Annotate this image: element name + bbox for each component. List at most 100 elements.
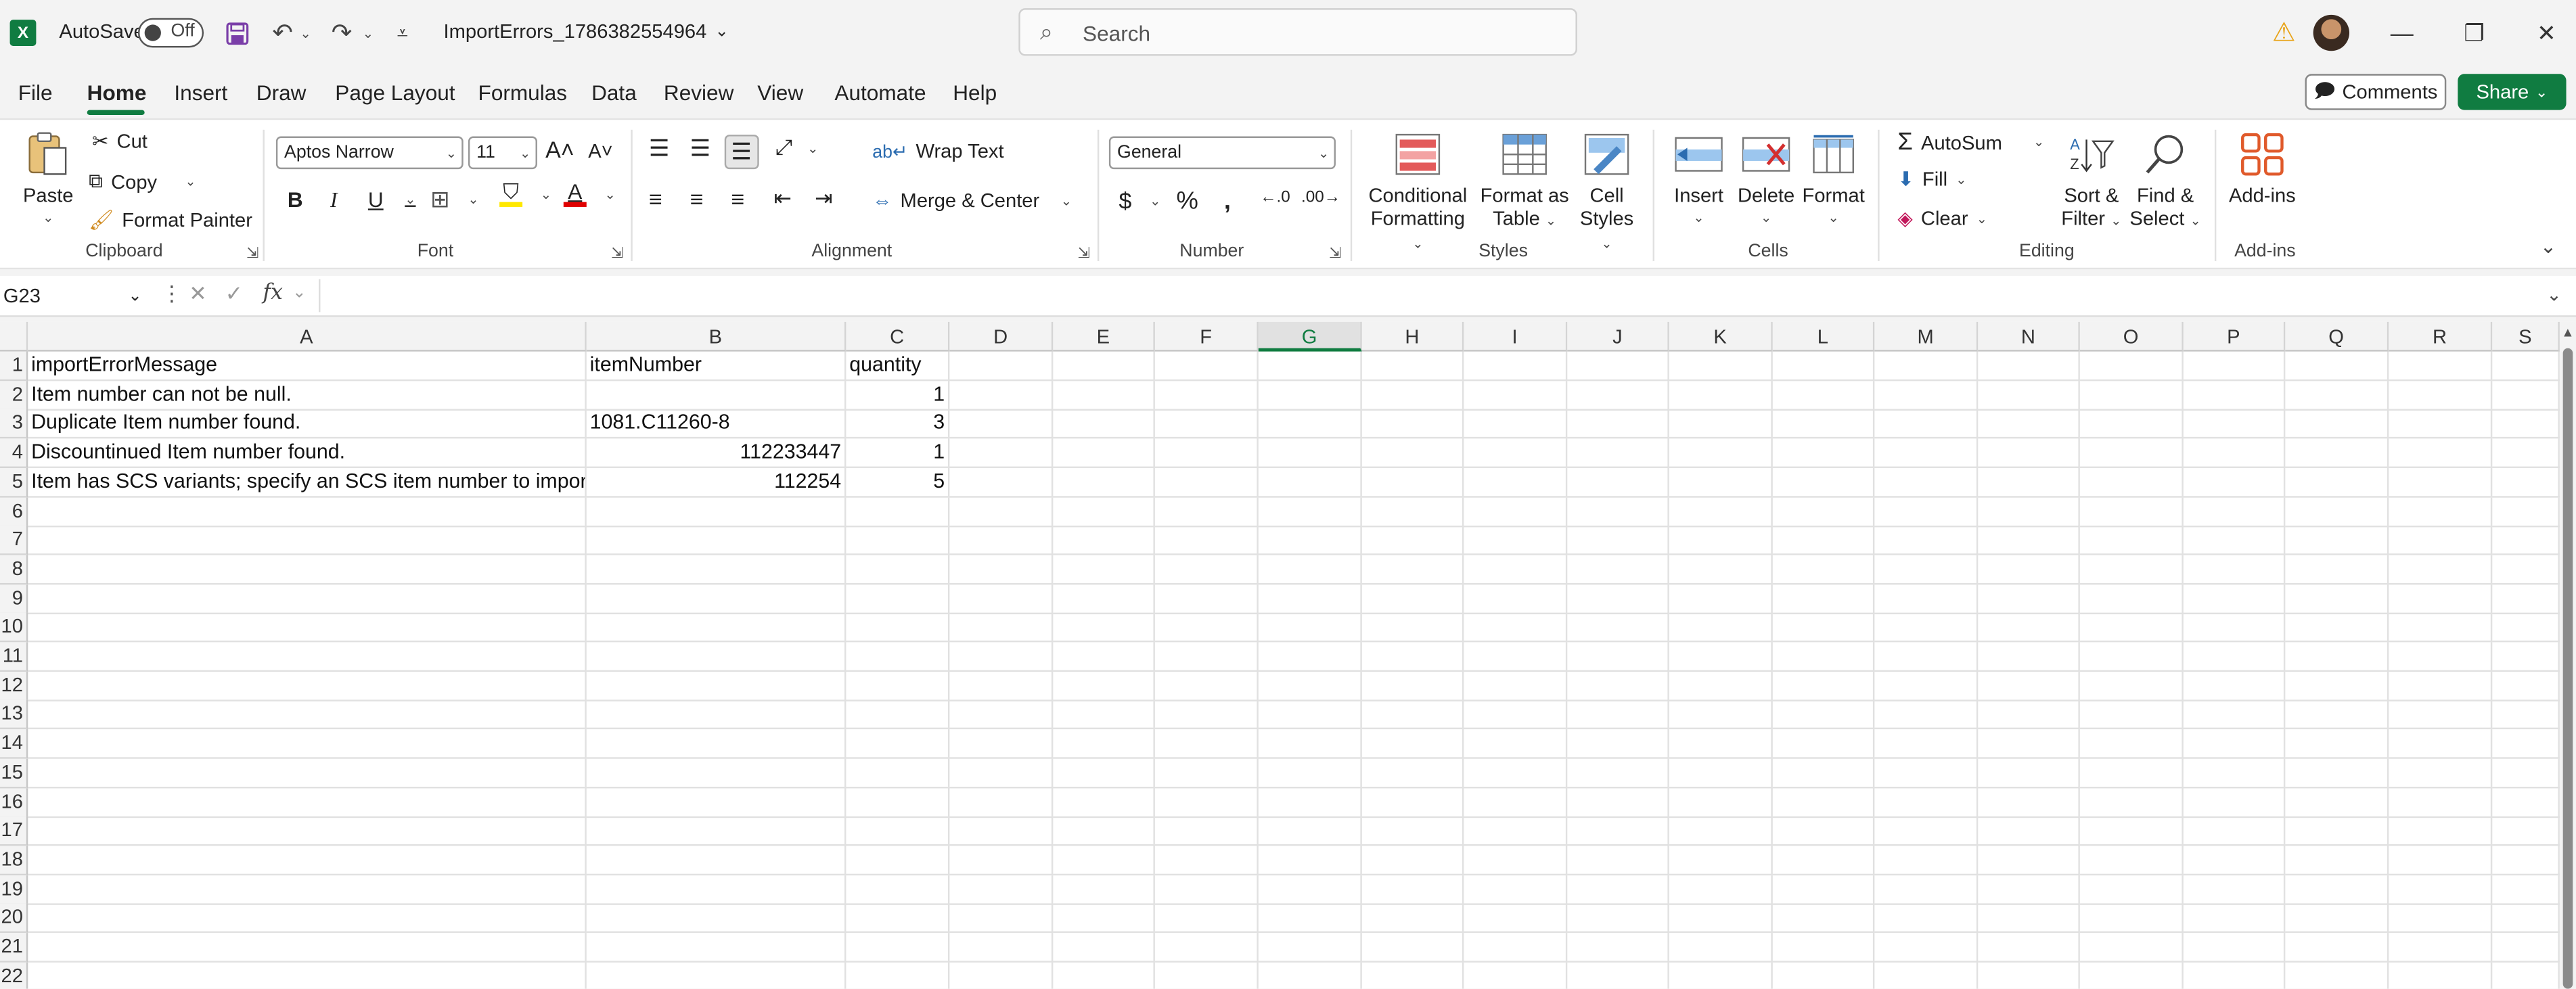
format-painter-button[interactable]: 🖌 Format Painter (89, 208, 252, 231)
cell-n21[interactable] (1978, 933, 2080, 963)
row-header-17[interactable]: 17 (0, 816, 28, 846)
cell-k14[interactable] (1669, 729, 1773, 759)
cell-g10[interactable] (1258, 613, 1362, 643)
increase-font-size-button[interactable]: A˄ (545, 137, 574, 163)
cell-b13[interactable] (586, 700, 846, 730)
cell-i16[interactable] (1464, 787, 1568, 817)
cell-j4[interactable] (1567, 438, 1669, 469)
row-header-2[interactable]: 2 (0, 380, 28, 411)
cell-b9[interactable] (586, 584, 846, 614)
cell-b11[interactable] (586, 642, 846, 672)
cell-o20[interactable] (2079, 904, 2184, 934)
cell-g12[interactable] (1258, 671, 1362, 701)
cell-r16[interactable] (2389, 787, 2493, 817)
name-box[interactable]: G23 ⌄ (0, 279, 151, 313)
cancel-icon[interactable]: ✕ (189, 281, 206, 307)
cell-l13[interactable] (1772, 700, 1875, 730)
cell-l12[interactable] (1772, 671, 1875, 701)
cell-o9[interactable] (2079, 584, 2184, 614)
cell-c19[interactable] (846, 875, 950, 904)
cell-n22[interactable] (1978, 962, 2080, 989)
cell-q6[interactable] (2285, 497, 2389, 527)
cell-p22[interactable] (2184, 962, 2286, 989)
cell-c22[interactable] (846, 962, 950, 989)
cell-q10[interactable] (2285, 613, 2389, 643)
dialog-launcher-icon[interactable]: ⇲ (246, 245, 258, 263)
cell-p1[interactable] (2183, 351, 2286, 382)
cell-q13[interactable] (2285, 700, 2389, 730)
cell-j12[interactable] (1567, 671, 1669, 701)
align-right-button[interactable]: ≡ (731, 185, 744, 212)
cell-p9[interactable] (2183, 584, 2286, 614)
cell-g5[interactable] (1258, 467, 1362, 498)
cell-g4[interactable] (1258, 438, 1362, 469)
worksheet-grid[interactable]: ▲ A B C D E F G H I J K L M N O P Q R S 1 importErrorMessage… (0, 321, 2576, 989)
cell-n17[interactable] (1978, 816, 2080, 846)
cell-j6[interactable] (1567, 497, 1669, 527)
tab-home[interactable]: Home (87, 80, 147, 105)
cell-e10[interactable] (1053, 613, 1155, 643)
cell-q21[interactable] (2285, 933, 2389, 963)
cell-d8[interactable] (949, 555, 1054, 585)
cell-i18[interactable] (1464, 846, 1568, 875)
cell-g9[interactable] (1258, 584, 1362, 614)
cell-d21[interactable] (949, 933, 1054, 963)
tab-file[interactable]: File (18, 80, 53, 105)
cell-a21[interactable] (28, 933, 587, 963)
cell-b7[interactable] (586, 526, 846, 556)
cell-m18[interactable] (1874, 846, 1979, 875)
cell-f4[interactable] (1154, 438, 1259, 469)
cell-c3[interactable]: 3 (846, 409, 950, 440)
restore-icon[interactable]: ❐ (2451, 13, 2498, 52)
row-header-1[interactable]: 1 (0, 351, 28, 382)
cell-c18[interactable] (846, 846, 950, 875)
column-header-a[interactable]: A (28, 321, 587, 352)
wrap-text-button[interactable]: ab↵ Wrap Text (872, 139, 1003, 162)
cell-i7[interactable] (1464, 526, 1568, 556)
cell-a22[interactable] (28, 962, 587, 989)
cell-q8[interactable] (2285, 555, 2389, 585)
cell-r2[interactable] (2389, 380, 2493, 411)
cell-c12[interactable] (846, 671, 950, 701)
cell-j15[interactable] (1567, 758, 1669, 788)
cell-r9[interactable] (2389, 584, 2493, 614)
cell-r10[interactable] (2389, 613, 2493, 643)
cell-g3[interactable] (1258, 409, 1362, 440)
cell-c9[interactable] (846, 584, 950, 614)
tab-page-layout[interactable]: Page Layout (335, 80, 455, 105)
cell-a8[interactable] (28, 555, 587, 585)
cell-q16[interactable] (2285, 787, 2389, 817)
cell-l5[interactable] (1772, 467, 1875, 498)
customize-toolbar-icon[interactable]: ⩡ (386, 16, 420, 49)
cell-k20[interactable] (1669, 904, 1773, 934)
cell-h1[interactable] (1361, 351, 1464, 382)
more-options-icon[interactable]: ⋮ (161, 281, 183, 307)
cell-a4[interactable]: Discountinued Item number found. (28, 438, 587, 469)
share-button[interactable]: Share ⌄ (2458, 74, 2567, 110)
cell-j16[interactable] (1567, 787, 1669, 817)
cell-q7[interactable] (2285, 526, 2389, 556)
cell-d9[interactable] (949, 584, 1054, 614)
cell-k10[interactable] (1669, 613, 1773, 643)
cell-q15[interactable] (2285, 758, 2389, 788)
cell-i20[interactable] (1464, 904, 1568, 934)
cell-d15[interactable] (949, 758, 1054, 788)
cell-a13[interactable] (28, 700, 587, 730)
cell-m21[interactable] (1874, 933, 1979, 963)
cell-g15[interactable] (1258, 758, 1362, 788)
autosave-toggle[interactable]: Off (137, 18, 204, 48)
cell-o14[interactable] (2079, 729, 2184, 759)
font-size-select[interactable]: 11 ⌄ (468, 136, 537, 170)
cell-o17[interactable] (2079, 816, 2184, 846)
dialog-launcher-icon[interactable]: ⇲ (1329, 245, 1341, 263)
cell-k18[interactable] (1669, 846, 1773, 875)
cell-q11[interactable] (2285, 642, 2389, 672)
cell-e14[interactable] (1053, 729, 1155, 759)
cell-e1[interactable] (1053, 351, 1155, 382)
row-header-19[interactable]: 19 (0, 875, 28, 904)
column-header-q[interactable]: Q (2285, 321, 2389, 352)
orientation-button[interactable]: ⤢ ⌄ (775, 135, 818, 161)
cell-i5[interactable] (1464, 467, 1568, 498)
cell-j14[interactable] (1567, 729, 1669, 759)
cell-o11[interactable] (2079, 642, 2184, 672)
